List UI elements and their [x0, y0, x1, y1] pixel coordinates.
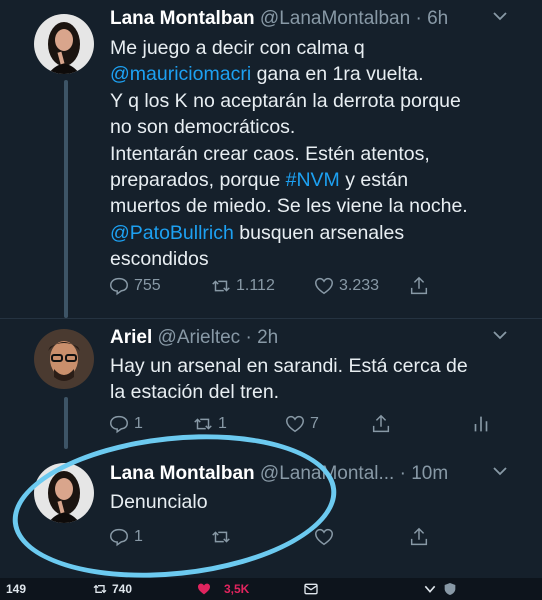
tweet-text-segment: escondidos [110, 248, 209, 271]
tweet-1-header: Lana Montalban @LanaMontalban · 6h [110, 8, 502, 30]
tweet-text-line: @mauriciomacri gana en 1ra vuelta. [110, 61, 512, 87]
thread-line [64, 397, 68, 449]
share-button[interactable] [408, 275, 430, 297]
like-button[interactable]: 7 [284, 413, 319, 435]
share-icon [410, 527, 428, 546]
reply-button[interactable]: 1 [108, 413, 143, 435]
timestamp[interactable]: · 10m [400, 463, 449, 484]
tweet-text-segment: la estación del tren. [110, 381, 280, 404]
tweet-text-line: escondidos [110, 246, 512, 272]
tweet-text-line: Intentarán crear caos. Estén atentos, [110, 141, 512, 167]
retweet-count: 1 [218, 415, 227, 432]
analytics-button[interactable] [470, 413, 492, 435]
username[interactable]: @LanaMontalban [260, 8, 410, 29]
tweet-text-segment: Hay un arsenal en sarandi. Está cerca de [110, 355, 468, 377]
hashtag-link[interactable]: #NVM [286, 169, 340, 191]
tweet-actions: 1 1 7 [108, 410, 508, 438]
chevron-down-icon[interactable] [492, 463, 508, 484]
tweet-actions: 755 1.112 3.233 [108, 272, 438, 300]
tweet-text-line: Hay un arsenal en sarandi. Está cerca de [110, 353, 512, 379]
display-name[interactable]: Lana Montalban [110, 8, 255, 29]
retweet-count: 1.112 [236, 277, 275, 294]
bottom-stats-bar: 149 740 3,5K [0, 578, 542, 600]
retweet-button[interactable]: 1 [192, 413, 227, 435]
like-count: 7 [310, 415, 319, 432]
tweet-text-segment: Y q los K no aceptarán la derrota porque [110, 89, 461, 112]
avatar-ariel[interactable] [34, 329, 94, 389]
tweet-text-line: muertos de miedo. Se les viene la noche. [110, 193, 512, 219]
retweet-button[interactable]: 1.112 [210, 275, 275, 297]
bottom-retweet-button[interactable]: 740 [92, 581, 132, 597]
tweet-text-segment: y están [339, 169, 409, 192]
avatar-ariel-image [34, 329, 94, 389]
heart-icon [315, 277, 333, 295]
tweet-text-line: Y q los K no aceptarán la derrota porque [110, 88, 512, 114]
tweet-2[interactable]: Ariel @Arieltec · 2h Hay un arsenal en s… [0, 319, 542, 449]
display-name[interactable]: Ariel [110, 327, 152, 348]
reply-count: 755 [134, 277, 161, 294]
share-button[interactable] [370, 413, 392, 435]
tweet-text-segment: Intentarán crear caos. Estén atentos, [110, 142, 430, 165]
bottom-more-button[interactable] [422, 581, 458, 597]
tweet-2-header: Ariel @Arieltec · 2h [110, 327, 502, 349]
timestamp[interactable]: · 6h [415, 8, 448, 29]
tweet-text-line: preparados, porque #NVM y están [110, 167, 512, 193]
username[interactable]: @Arieltec [158, 327, 241, 348]
tweet-text-segment: muertos de miedo. Se les viene la noche. [110, 195, 468, 218]
share-icon [410, 276, 428, 295]
like-count: 3.233 [339, 277, 380, 294]
tweet-text-segment: gana en 1ra vuelta. [251, 63, 424, 86]
avatar-lana-image [34, 14, 94, 74]
tweet-text-segment: preparados, porque [110, 169, 286, 192]
retweet-icon [93, 584, 107, 594]
tweet-text-line: Me juego a decir con calma q [110, 35, 512, 61]
retweet-icon [194, 418, 212, 430]
chevron-down-icon [424, 585, 436, 593]
chevron-down-icon[interactable] [492, 327, 508, 348]
bottom-reply-count-value: 149 [6, 582, 27, 596]
tweet-text-line: @PatoBullrich busquen arsenales [110, 220, 512, 246]
like-button[interactable]: 3.233 [313, 275, 379, 297]
mail-icon [304, 583, 318, 595]
reply-icon [110, 277, 128, 296]
tweet-text-segment: busquen arsenales [233, 221, 405, 244]
heart-icon [286, 415, 304, 433]
bottom-retweet-count: 740 [112, 582, 133, 596]
tweet-1[interactable]: Lana Montalban @LanaMontalban · 6h Me ju… [0, 0, 542, 318]
shield-icon [444, 583, 456, 595]
timestamp[interactable]: · 2h [245, 327, 278, 348]
reply-icon [110, 415, 128, 434]
heart-filled-icon [198, 583, 210, 595]
bottom-like-count: 3,5K [224, 582, 250, 596]
chevron-down-icon[interactable] [492, 8, 508, 29]
share-icon [372, 414, 390, 433]
mention-link[interactable]: @mauriciomacri [110, 63, 251, 85]
analytics-icon [474, 416, 488, 432]
bottom-message-button[interactable] [303, 581, 319, 597]
tweet-text: Me juego a decir con calma q @mauriciomac… [110, 35, 512, 273]
tweet-text-line: la estación del tren. [110, 379, 512, 405]
share-button[interactable] [408, 526, 430, 548]
tweet-text-segment: Me juego a decir con calma q [110, 37, 365, 59]
bottom-like-button[interactable]: 3,5K [196, 581, 249, 597]
retweet-icon [212, 280, 230, 292]
bottom-reply-count[interactable]: 149 [6, 582, 26, 596]
thread-line [64, 80, 68, 318]
mention-link[interactable]: @PatoBullrich [110, 222, 234, 244]
tweet-text-segment: no son democráticos. [110, 116, 296, 139]
heart-icon [315, 528, 333, 546]
like-button[interactable] [313, 526, 335, 548]
tweet-text: Hay un arsenal en sarandi. Está cerca de… [110, 353, 512, 406]
avatar-lana[interactable] [34, 14, 94, 74]
tweet-text-line: no son democráticos. [110, 114, 512, 140]
reply-button[interactable]: 755 [108, 275, 161, 297]
reply-count: 1 [134, 415, 143, 432]
